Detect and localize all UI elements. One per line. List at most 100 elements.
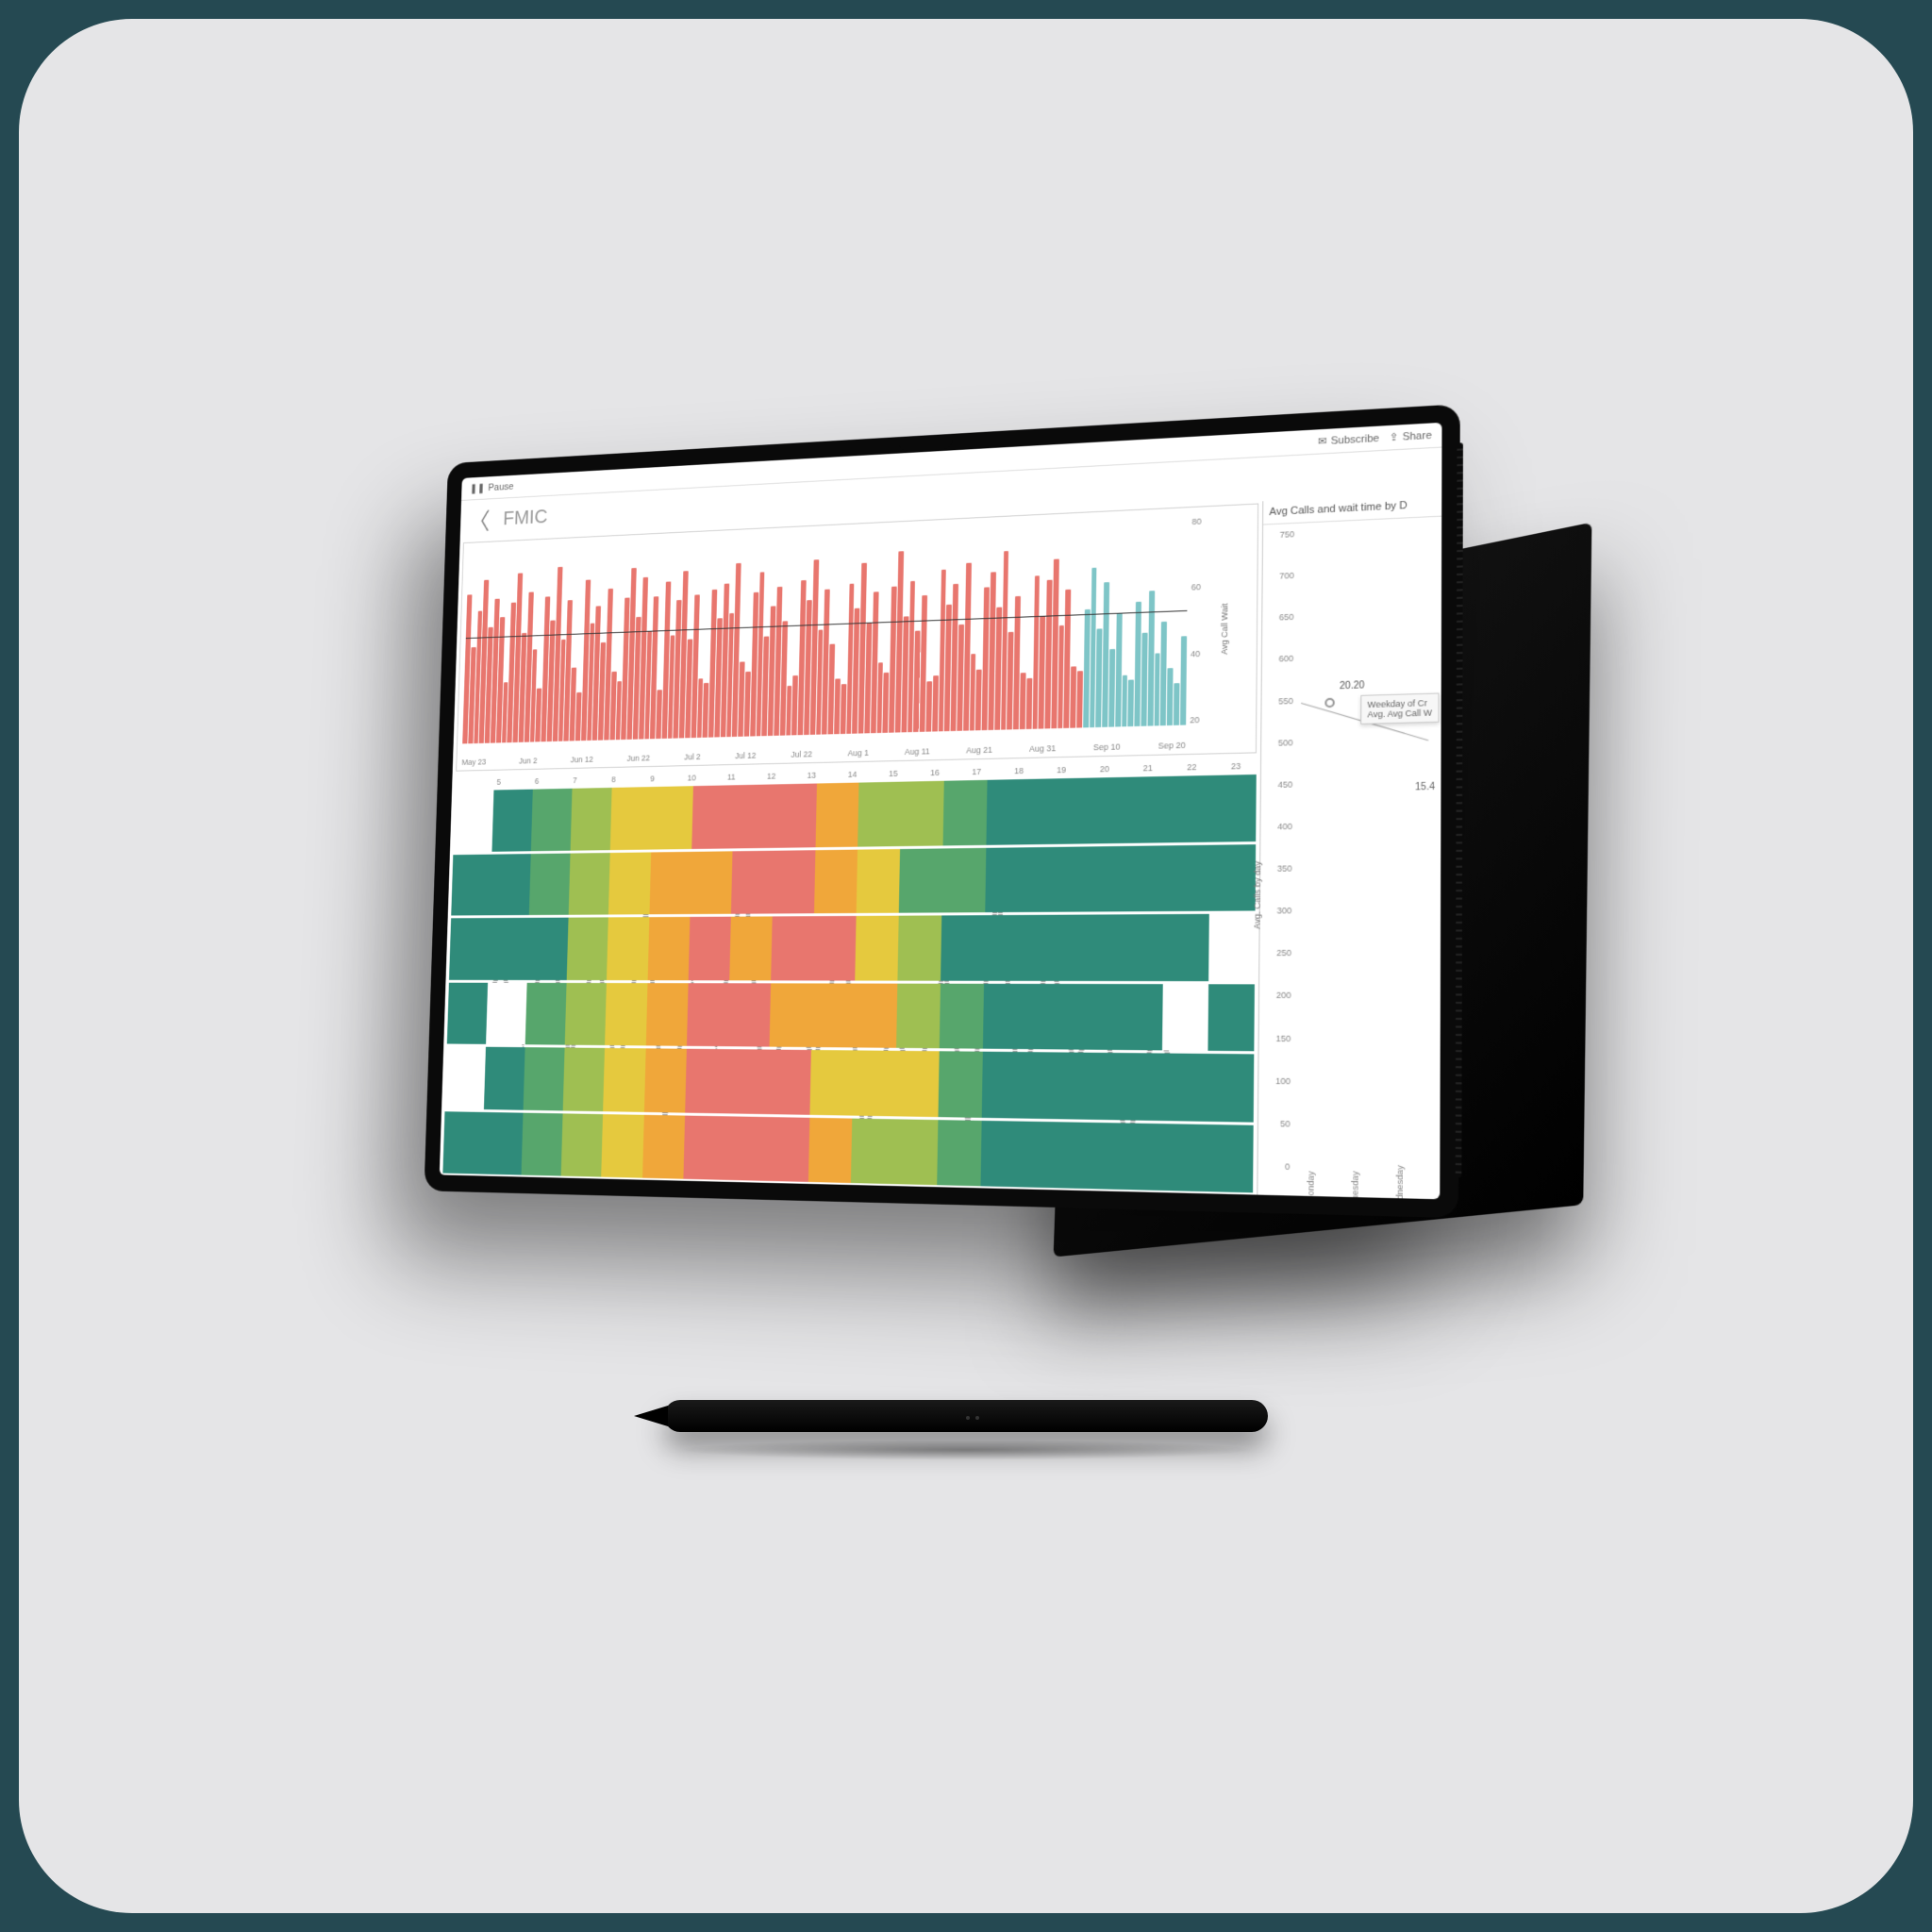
subscribe-button[interactable]: ✉ Subscribe	[1318, 432, 1379, 448]
heat-cell	[442, 1111, 484, 1174]
heat-cell	[773, 850, 816, 914]
right-y-label: Avg. Calls by day	[1252, 861, 1262, 929]
heat-cell	[766, 1117, 809, 1182]
heat-cell	[647, 917, 690, 980]
heat-cell	[942, 847, 987, 912]
heat-cell	[729, 916, 773, 979]
page-title: FMIC	[503, 505, 548, 530]
heatmap-chart[interactable]: 567891011121314151617181920212223	[442, 757, 1257, 1192]
stylus-pen	[664, 1400, 1268, 1432]
heat-cell	[445, 1046, 486, 1108]
heat-cell	[726, 1049, 770, 1113]
heat-cell	[1209, 844, 1256, 911]
heat-cell	[524, 1047, 565, 1110]
heat-row	[442, 1111, 1253, 1193]
mail-icon: ✉	[1318, 435, 1327, 448]
heat-cell	[608, 852, 650, 915]
heatmap-body	[442, 774, 1256, 1192]
heat-cell	[774, 784, 817, 848]
heat-cell	[688, 917, 730, 980]
heat-cell	[858, 782, 901, 846]
heat-cell	[1074, 777, 1120, 843]
heat-cell	[607, 917, 649, 980]
weekday-label: Monday	[1306, 1171, 1316, 1199]
heat-cell	[1164, 775, 1210, 842]
back-icon[interactable]: 〈	[468, 503, 491, 536]
weekday-bar[interactable]: Wednesday	[1382, 1158, 1417, 1194]
bar	[1108, 649, 1115, 726]
tablet-device: ❚❚ Pause ✉ Subscribe ⇪ Share 〈	[425, 404, 1460, 1218]
heat-cell	[1070, 1122, 1116, 1190]
heat-cell	[981, 1120, 1026, 1187]
heat-cell	[732, 784, 774, 848]
heat-cell	[644, 1048, 687, 1112]
heat-cell	[453, 791, 493, 852]
bar	[1128, 679, 1134, 726]
weekday-bar[interactable]: Monday	[1293, 1156, 1327, 1192]
heat-cell	[898, 915, 942, 980]
heat-cell	[687, 983, 729, 1047]
pause-label: Pause	[488, 481, 513, 493]
heat-cell	[940, 983, 984, 1048]
heat-cell	[811, 983, 855, 1047]
heat-cell	[1115, 1123, 1161, 1191]
heat-cell	[645, 983, 688, 1046]
left-column: May 23Jun 2Jun 12Jun 22Jul 2Jul 12Jul 22…	[440, 501, 1263, 1194]
heat-cell	[451, 854, 491, 915]
heat-cell	[1029, 846, 1074, 912]
pause-icon: ❚❚	[470, 482, 485, 494]
dashboard-screen: ❚❚ Pause ✉ Subscribe ⇪ Share 〈	[440, 423, 1442, 1199]
heat-cell	[685, 1049, 727, 1113]
heat-cell	[769, 983, 812, 1047]
heat-cell	[604, 1048, 646, 1111]
bar	[840, 684, 846, 734]
heat-cell	[851, 1118, 895, 1184]
heat-cell	[565, 982, 607, 1045]
pause-button[interactable]: ❚❚ Pause	[470, 480, 514, 494]
weekday-bar[interactable]: Tuesday	[1338, 1157, 1373, 1193]
heat-cell	[482, 1111, 524, 1174]
heat-cell	[1162, 984, 1208, 1051]
heat-cell	[1208, 984, 1255, 1052]
bar	[1083, 609, 1090, 728]
heat-cell	[1207, 1124, 1254, 1192]
heat-cell	[1119, 776, 1165, 842]
value-label-2: 15.4	[1415, 782, 1435, 793]
heat-cell	[1027, 983, 1073, 1049]
right-column: Avg Calls and wait time by D 75070065060…	[1257, 492, 1441, 1199]
weekday-bar-chart[interactable]: 7507006506005505004504003503002502001501…	[1257, 517, 1441, 1200]
weekday-label: Tuesday	[1350, 1171, 1360, 1199]
share-button[interactable]: ⇪ Share	[1390, 429, 1432, 444]
heat-cell	[651, 786, 693, 849]
heat-cell	[525, 982, 567, 1044]
heat-cell	[1117, 984, 1163, 1051]
heat-cell	[812, 916, 856, 980]
heat-cell	[1118, 914, 1164, 980]
heat-cell	[852, 1050, 896, 1115]
heat-cell	[857, 849, 900, 913]
heat-cell	[727, 983, 771, 1047]
heat-cell	[486, 982, 527, 1044]
tooltip: 20.20 Weekday of Cr Avg. Avg Call W	[1360, 692, 1440, 724]
heat-cell	[899, 848, 943, 913]
heat-cell	[447, 982, 488, 1044]
heat-cell	[1071, 1053, 1117, 1120]
heat-cell	[691, 785, 734, 848]
calls-bar-chart[interactable]: May 23Jun 2Jun 12Jun 22Jul 2Jul 12Jul 22…	[456, 504, 1258, 772]
heat-cell	[567, 917, 608, 979]
heat-cell	[492, 790, 533, 852]
bar	[1160, 622, 1167, 725]
heat-cell	[527, 918, 569, 980]
device-stage: ❚❚ Pause ✉ Subscribe ⇪ Share 〈	[306, 306, 1626, 1626]
heat-cell	[854, 983, 898, 1048]
heat-cell	[449, 918, 490, 979]
bar	[1115, 613, 1122, 727]
camera-notch	[899, 434, 954, 452]
heat-cell	[814, 849, 858, 913]
bar	[1154, 653, 1160, 725]
heat-cell	[1160, 1124, 1207, 1192]
heat-cell	[690, 851, 732, 914]
bar	[925, 681, 932, 732]
heat-cell	[1073, 914, 1118, 980]
heat-cell	[1028, 915, 1074, 981]
